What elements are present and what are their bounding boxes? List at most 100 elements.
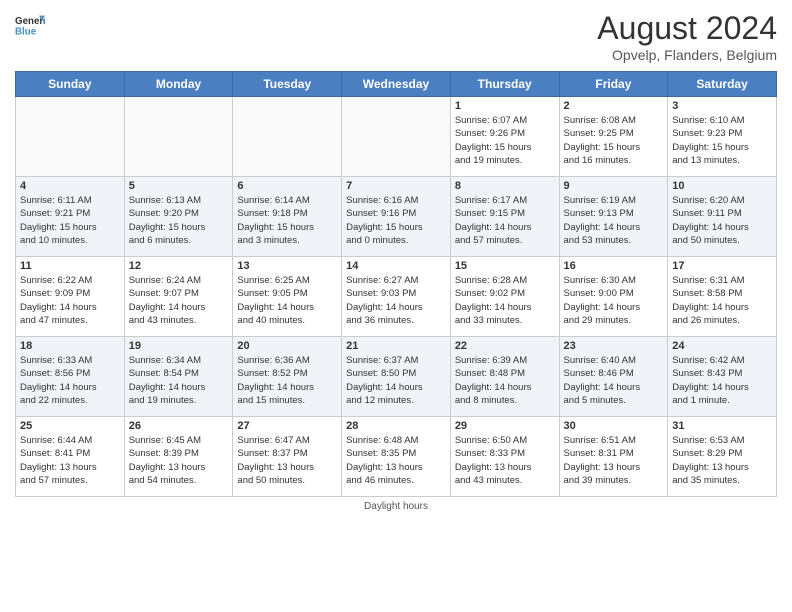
month-title: August 2024 (597, 10, 777, 47)
day-info: Sunrise: 6:08 AM Sunset: 9:25 PM Dayligh… (564, 114, 664, 167)
page-container: General Blue August 2024 Opvelp, Flander… (0, 0, 792, 517)
day-info: Sunrise: 6:44 AM Sunset: 8:41 PM Dayligh… (20, 434, 120, 487)
day-number: 8 (455, 180, 555, 192)
day-info: Sunrise: 6:34 AM Sunset: 8:54 PM Dayligh… (129, 354, 229, 407)
day-number: 11 (20, 260, 120, 272)
calendar-cell: 20 Sunrise: 6:36 AM Sunset: 8:52 PM Dayli… (233, 337, 342, 417)
calendar-cell: 7 Sunrise: 6:16 AM Sunset: 9:16 PM Daylig… (342, 177, 451, 257)
calendar-cell: 26Sunrise: 6:45 AM Sunset: 8:39 PM Dayli… (124, 417, 233, 497)
calendar-cell: 5 Sunrise: 6:13 AM Sunset: 9:20 PM Daylig… (124, 177, 233, 257)
calendar-cell (16, 97, 125, 177)
day-of-week-monday: Monday (124, 72, 233, 97)
day-number: 9 (564, 180, 664, 192)
day-number: 3 (672, 100, 772, 112)
day-number: 23 (564, 340, 664, 352)
calendar-cell: 12 Sunrise: 6:24 AM Sunset: 9:07 PM Dayli… (124, 257, 233, 337)
calendar-week-row: 4Sunrise: 6:11 AM Sunset: 9:21 PM Daylig… (16, 177, 777, 257)
calendar-cell: 10 Sunrise: 6:20 AM Sunset: 9:11 PM Dayli… (668, 177, 777, 257)
day-info: Sunrise: 6:40 AM Sunset: 8:46 PM Dayligh… (564, 354, 664, 407)
day-info: Sunrise: 6:30 AM Sunset: 9:00 PM Dayligh… (564, 274, 664, 327)
calendar-cell (124, 97, 233, 177)
day-number: 27 (237, 420, 337, 432)
day-number: 26 (129, 420, 229, 432)
day-number: 13 (237, 260, 337, 272)
header: General Blue August 2024 Opvelp, Flander… (15, 10, 777, 63)
calendar-cell: 22 Sunrise: 6:39 AM Sunset: 8:48 PM Dayli… (450, 337, 559, 417)
footer-note: Daylight hours (15, 501, 777, 512)
day-number: 19 (129, 340, 229, 352)
calendar-cell: 28 Sunrise: 6:48 AM Sunset: 8:35 PM Dayli… (342, 417, 451, 497)
day-number: 18 (20, 340, 120, 352)
calendar-cell: 11 Sunrise: 6:22 AM Sunset: 9:09 PM Dayli… (16, 257, 125, 337)
day-info: Sunrise: 6:13 AM Sunset: 9:20 PM Dayligh… (129, 194, 229, 247)
day-number: 1 (455, 100, 555, 112)
day-info: Sunrise: 6:42 AM Sunset: 8:43 PM Dayligh… (672, 354, 772, 407)
calendar-cell: 24Sunrise: 6:42 AM Sunset: 8:43 PM Dayli… (668, 337, 777, 417)
day-of-week-thursday: Thursday (450, 72, 559, 97)
calendar-cell: 21 Sunrise: 6:37 AM Sunset: 8:50 PM Dayli… (342, 337, 451, 417)
day-of-week-sunday: Sunday (16, 72, 125, 97)
day-number: 6 (237, 180, 337, 192)
calendar-cell: 16 Sunrise: 6:30 AM Sunset: 9:00 PM Dayli… (559, 257, 668, 337)
svg-text:Blue: Blue (15, 26, 37, 37)
day-info: Sunrise: 6:14 AM Sunset: 9:18 PM Dayligh… (237, 194, 337, 247)
day-info: Sunrise: 6:07 AM Sunset: 9:26 PM Dayligh… (455, 114, 555, 167)
calendar-cell: 8 Sunrise: 6:17 AM Sunset: 9:15 PM Daylig… (450, 177, 559, 257)
day-info: Sunrise: 6:17 AM Sunset: 9:15 PM Dayligh… (455, 194, 555, 247)
day-info: Sunrise: 6:51 AM Sunset: 8:31 PM Dayligh… (564, 434, 664, 487)
day-info: Sunrise: 6:33 AM Sunset: 8:56 PM Dayligh… (20, 354, 120, 407)
day-number: 17 (672, 260, 772, 272)
day-info: Sunrise: 6:37 AM Sunset: 8:50 PM Dayligh… (346, 354, 446, 407)
calendar-cell: 4Sunrise: 6:11 AM Sunset: 9:21 PM Daylig… (16, 177, 125, 257)
day-number: 20 (237, 340, 337, 352)
calendar-cell: 6 Sunrise: 6:14 AM Sunset: 9:18 PM Daylig… (233, 177, 342, 257)
day-info: Sunrise: 6:16 AM Sunset: 9:16 PM Dayligh… (346, 194, 446, 247)
day-info: Sunrise: 6:19 AM Sunset: 9:13 PM Dayligh… (564, 194, 664, 247)
day-number: 2 (564, 100, 664, 112)
day-number: 29 (455, 420, 555, 432)
day-info: Sunrise: 6:24 AM Sunset: 9:07 PM Dayligh… (129, 274, 229, 327)
calendar-cell: 18 Sunrise: 6:33 AM Sunset: 8:56 PM Dayli… (16, 337, 125, 417)
day-number: 5 (129, 180, 229, 192)
day-number: 7 (346, 180, 446, 192)
day-number: 21 (346, 340, 446, 352)
logo: General Blue (15, 10, 45, 40)
day-info: Sunrise: 6:50 AM Sunset: 8:33 PM Dayligh… (455, 434, 555, 487)
calendar-cell: 13Sunrise: 6:25 AM Sunset: 9:05 PM Dayli… (233, 257, 342, 337)
day-number: 16 (564, 260, 664, 272)
day-info: Sunrise: 6:31 AM Sunset: 8:58 PM Dayligh… (672, 274, 772, 327)
location-subtitle: Opvelp, Flanders, Belgium (597, 47, 777, 63)
day-info: Sunrise: 6:36 AM Sunset: 8:52 PM Dayligh… (237, 354, 337, 407)
day-number: 14 (346, 260, 446, 272)
calendar-header-row: SundayMondayTuesdayWednesdayThursdayFrid… (16, 72, 777, 97)
calendar-cell: 30 Sunrise: 6:51 AM Sunset: 8:31 PM Dayli… (559, 417, 668, 497)
day-info: Sunrise: 6:20 AM Sunset: 9:11 PM Dayligh… (672, 194, 772, 247)
day-number: 22 (455, 340, 555, 352)
day-of-week-saturday: Saturday (668, 72, 777, 97)
calendar-cell (342, 97, 451, 177)
calendar-cell: 14Sunrise: 6:27 AM Sunset: 9:03 PM Dayli… (342, 257, 451, 337)
day-info: Sunrise: 6:28 AM Sunset: 9:02 PM Dayligh… (455, 274, 555, 327)
day-info: Sunrise: 6:48 AM Sunset: 8:35 PM Dayligh… (346, 434, 446, 487)
day-info: Sunrise: 6:11 AM Sunset: 9:21 PM Dayligh… (20, 194, 120, 247)
day-info: Sunrise: 6:10 AM Sunset: 9:23 PM Dayligh… (672, 114, 772, 167)
day-number: 30 (564, 420, 664, 432)
day-number: 12 (129, 260, 229, 272)
calendar-cell: 17 Sunrise: 6:31 AM Sunset: 8:58 PM Dayli… (668, 257, 777, 337)
calendar-week-row: 11 Sunrise: 6:22 AM Sunset: 9:09 PM Dayli… (16, 257, 777, 337)
calendar-cell: 19 Sunrise: 6:34 AM Sunset: 8:54 PM Dayli… (124, 337, 233, 417)
calendar-week-row: 25Sunrise: 6:44 AM Sunset: 8:41 PM Dayli… (16, 417, 777, 497)
calendar-cell: 31Sunrise: 6:53 AM Sunset: 8:29 PM Dayli… (668, 417, 777, 497)
calendar-cell: 3 Sunrise: 6:10 AM Sunset: 9:23 PM Daylig… (668, 97, 777, 177)
calendar-cell: 23 Sunrise: 6:40 AM Sunset: 8:46 PM Dayli… (559, 337, 668, 417)
day-info: Sunrise: 6:39 AM Sunset: 8:48 PM Dayligh… (455, 354, 555, 407)
day-number: 15 (455, 260, 555, 272)
day-number: 10 (672, 180, 772, 192)
day-of-week-tuesday: Tuesday (233, 72, 342, 97)
calendar-cell: 29 Sunrise: 6:50 AM Sunset: 8:33 PM Dayli… (450, 417, 559, 497)
day-info: Sunrise: 6:53 AM Sunset: 8:29 PM Dayligh… (672, 434, 772, 487)
calendar-week-row: 18 Sunrise: 6:33 AM Sunset: 8:56 PM Dayli… (16, 337, 777, 417)
day-info: Sunrise: 6:22 AM Sunset: 9:09 PM Dayligh… (20, 274, 120, 327)
calendar-cell: 9 Sunrise: 6:19 AM Sunset: 9:13 PM Daylig… (559, 177, 668, 257)
day-number: 28 (346, 420, 446, 432)
